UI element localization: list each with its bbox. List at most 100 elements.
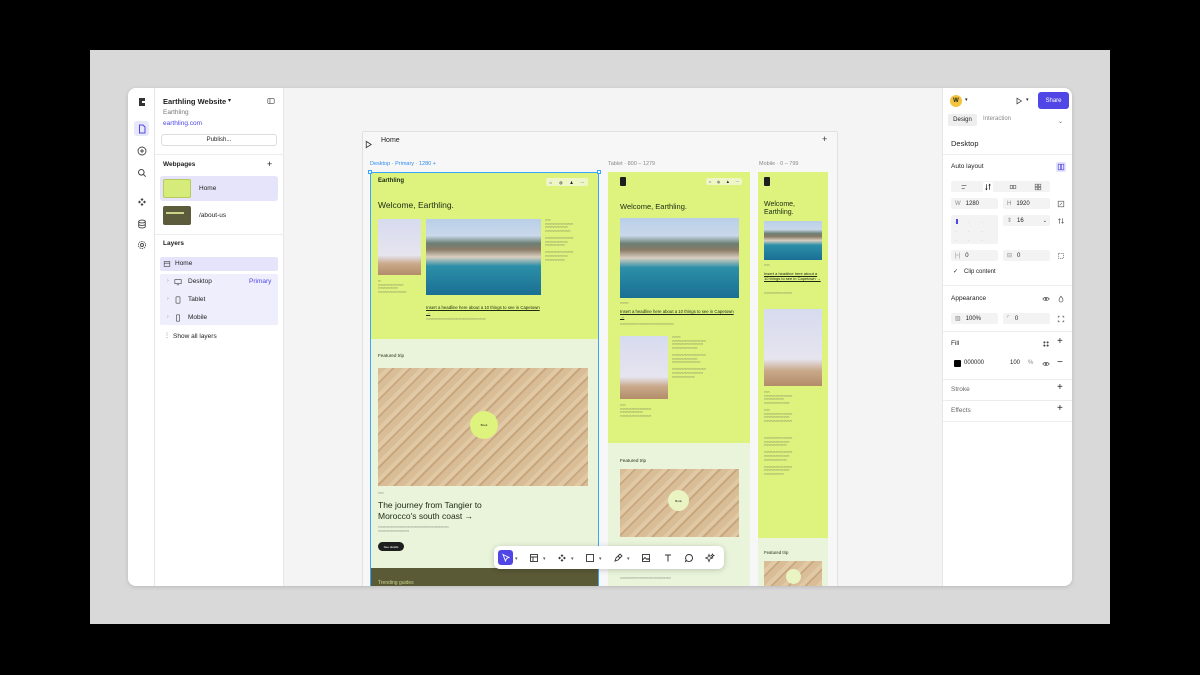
select-tool-icon[interactable]: [498, 550, 513, 565]
chevron-down-icon[interactable]: ▾: [965, 97, 968, 103]
add-effect-icon[interactable]: +: [1057, 403, 1063, 414]
padding-horizontal-field[interactable]: |▫| 0: [951, 250, 998, 261]
desktop-frame[interactable]: Earthling ⌂ ◍ ♟ ⋯ Welcome, Earthling. ▭ ▭▭▭▭…: [370, 172, 599, 586]
site-nav-icons[interactable]: ⌂ ◍ ♟ ⋯: [546, 178, 588, 186]
image-tool-icon[interactable]: [638, 550, 653, 565]
radius-field[interactable]: ⌜ 0: [1003, 313, 1050, 324]
ai-tool-icon[interactable]: [702, 550, 717, 565]
component-tool-icon[interactable]: [554, 550, 569, 565]
breakpoint-label-desktop[interactable]: Desktop · Primary · 1280 +: [370, 161, 436, 167]
site-brand[interactable]: Earthling: [378, 178, 404, 184]
comment-tool-icon[interactable]: [681, 550, 696, 565]
width-field[interactable]: W 1280: [951, 198, 998, 209]
spacing-options-icon[interactable]: [1056, 216, 1066, 226]
components-icon[interactable]: [134, 194, 149, 209]
journey-title[interactable]: The journey from Tangier to Morocco's so…: [378, 500, 508, 522]
drop-icon[interactable]: [1056, 294, 1066, 304]
chevron-right-icon[interactable]: ›: [167, 296, 169, 302]
breakpoint-label-tablet[interactable]: Tablet · 800 – 1279: [608, 161, 655, 167]
preview-play-icon[interactable]: [1014, 96, 1024, 106]
pen-tool-icon[interactable]: [610, 550, 625, 565]
project-title[interactable]: Earthling Website: [163, 97, 226, 106]
add-icon[interactable]: [134, 143, 149, 158]
layout-grid-icon[interactable]: [1033, 182, 1043, 192]
more-icon[interactable]: ⋯: [580, 180, 584, 185]
tab-interaction[interactable]: Interaction: [983, 116, 1011, 122]
alignment-grid[interactable]: · · · · · · · · ·: [951, 215, 998, 244]
corner-options-icon[interactable]: [1056, 314, 1066, 324]
selection-handle[interactable]: [597, 170, 601, 174]
styles-icon[interactable]: [1041, 339, 1051, 349]
see-details-button[interactable]: See details: [378, 542, 404, 551]
hero-headline[interactable]: Insert a headline here about a 10 things…: [764, 271, 822, 281]
search-icon[interactable]: [134, 165, 149, 180]
pages-icon[interactable]: [134, 121, 149, 136]
chevron-down-icon[interactable]: ⌄: [1043, 218, 1047, 224]
resize-icon[interactable]: [1056, 199, 1066, 209]
tablet-frame[interactable]: ⌂ ◍ ♟ ⋯ Welcome, Earthling. ▭▭▭ Insert a he…: [608, 172, 750, 586]
fill-hex[interactable]: 000000: [964, 360, 984, 366]
remove-fill-icon[interactable]: −: [1057, 357, 1063, 368]
layer-item-tablet[interactable]: › Tablet: [160, 293, 278, 307]
logo-icon[interactable]: [134, 94, 149, 109]
add-breakpoint-icon[interactable]: +: [822, 134, 827, 144]
layer-item-mobile[interactable]: › Mobile: [160, 311, 278, 325]
globe-icon[interactable]: ◍: [717, 180, 720, 184]
publish-button[interactable]: Publish...: [161, 134, 277, 146]
layer-item-desktop[interactable]: › Desktop Primary: [160, 275, 278, 289]
fill-swatch[interactable]: [954, 360, 961, 367]
gap-field[interactable]: ⇕ 16 ⌄: [1003, 215, 1050, 226]
book-badge[interactable]: [786, 569, 801, 584]
more-icon[interactable]: ⋯: [735, 180, 739, 184]
layer-item-home[interactable]: Home: [160, 257, 278, 271]
chevron-down-icon[interactable]: ▾: [228, 97, 231, 104]
auto-layout-toggle-icon[interactable]: [1056, 162, 1066, 172]
tab-design[interactable]: Design: [948, 114, 977, 126]
shape-tool-icon[interactable]: [582, 550, 597, 565]
add-fill-icon[interactable]: +: [1057, 336, 1063, 347]
mobile-frame[interactable]: Welcome, Earthling. ▭▭ Insert a headline…: [758, 172, 828, 586]
home-icon[interactable]: ⌂: [550, 180, 552, 185]
clip-content-checkbox[interactable]: ✓: [953, 269, 959, 275]
site-logo[interactable]: [764, 177, 770, 186]
book-badge[interactable]: Book: [470, 411, 498, 439]
database-icon[interactable]: [134, 216, 149, 231]
page-item-about[interactable]: /about-us: [160, 203, 278, 228]
add-stroke-icon[interactable]: +: [1057, 382, 1063, 393]
layout-wrap-icon[interactable]: [959, 182, 969, 192]
eye-icon[interactable]: [1041, 294, 1051, 304]
add-page-icon[interactable]: +: [267, 159, 272, 169]
play-icon[interactable]: [364, 136, 374, 149]
hero-headline[interactable]: Insert a headline here about a 10 things…: [426, 305, 541, 315]
user-icon[interactable]: ♟: [726, 180, 729, 184]
fill-opacity[interactable]: 100: [1010, 360, 1020, 366]
book-badge[interactable]: Book: [668, 490, 689, 511]
sidebar-toggle-icon[interactable]: [266, 96, 276, 106]
globe-icon[interactable]: ◍: [559, 180, 563, 185]
page-item-home[interactable]: Home: [160, 176, 278, 201]
hero-headline[interactable]: Insert a headline here about a 10 things…: [620, 309, 738, 319]
layout-vertical-icon[interactable]: [983, 182, 993, 192]
breakpoint-label-mobile[interactable]: Mobile · 0 – 799: [759, 161, 798, 167]
chevron-down-icon[interactable]: ▾: [515, 556, 518, 562]
text-tool-icon[interactable]: [660, 550, 675, 565]
selection-handle[interactable]: [368, 170, 372, 174]
more-icon[interactable]: ⌄: [1058, 118, 1063, 125]
height-field[interactable]: H 1920: [1003, 198, 1050, 209]
chevron-right-icon[interactable]: ›: [167, 278, 169, 284]
eye-icon[interactable]: [1041, 359, 1051, 369]
share-button[interactable]: Share: [1038, 92, 1069, 109]
frame-tool-icon[interactable]: [526, 550, 541, 565]
chevron-down-icon[interactable]: ▾: [1026, 97, 1029, 103]
padding-options-icon[interactable]: [1056, 251, 1066, 261]
chevron-down-icon[interactable]: ▾: [627, 556, 630, 562]
project-url[interactable]: earthling.com: [163, 120, 202, 127]
padding-vertical-field[interactable]: ⊟ 0: [1003, 250, 1050, 261]
avatar[interactable]: W: [950, 95, 962, 107]
site-nav-icons[interactable]: ⌂ ◍ ♟ ⋯: [706, 178, 742, 185]
opacity-field[interactable]: ▨ 100%: [951, 313, 998, 324]
home-icon[interactable]: ⌂: [709, 180, 711, 184]
user-icon[interactable]: ♟: [570, 180, 574, 185]
layout-horizontal-icon[interactable]: [1008, 182, 1018, 192]
chevron-down-icon[interactable]: ▾: [571, 556, 574, 562]
